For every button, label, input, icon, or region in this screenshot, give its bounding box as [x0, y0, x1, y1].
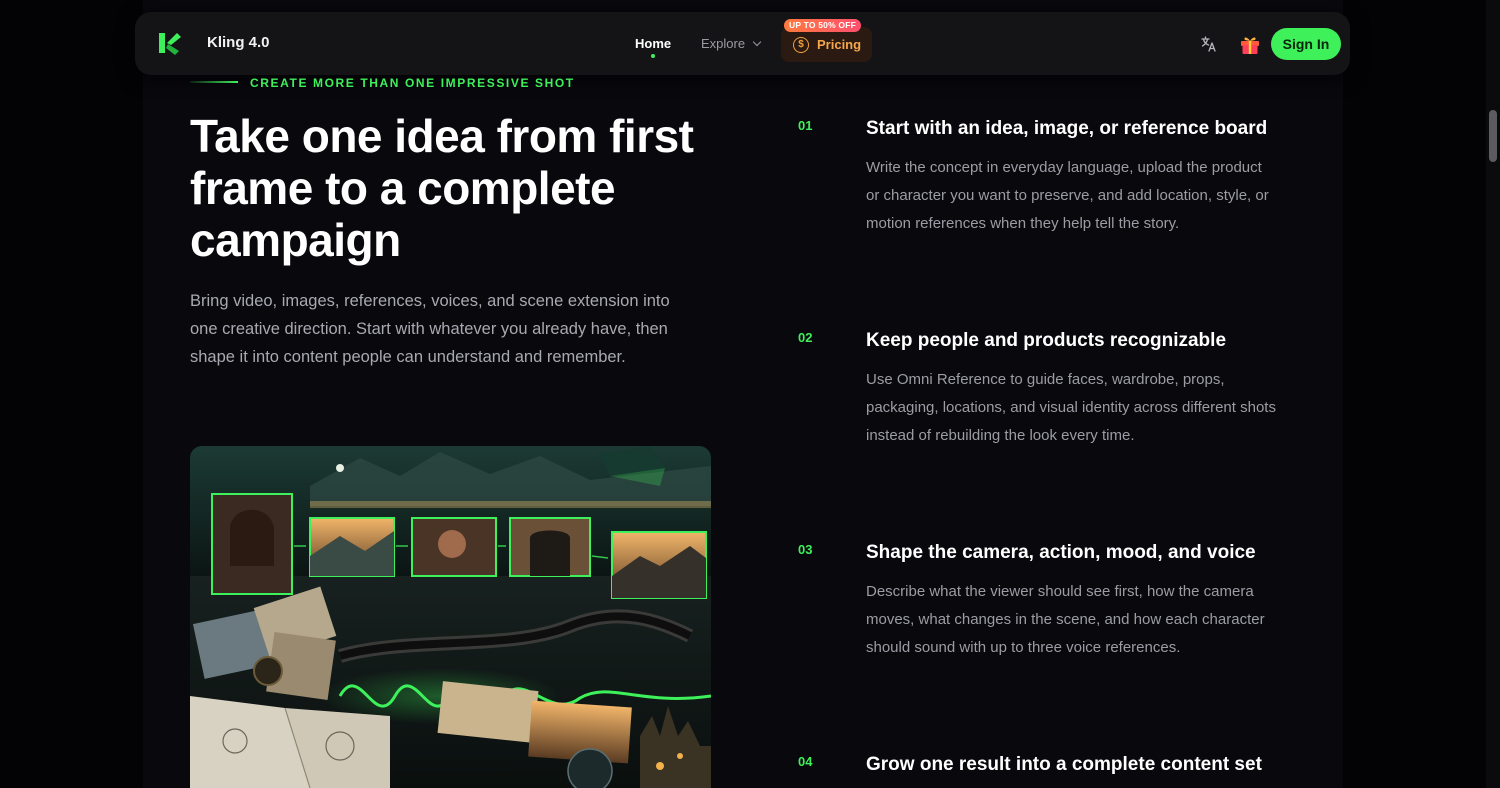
nav-home-link[interactable]: Home: [635, 36, 671, 51]
translate-button[interactable]: [1197, 32, 1221, 56]
step-number: 02: [798, 330, 813, 345]
top-navbar: Kling 4.0 Home Explore $ Pricing UP TO 5…: [135, 12, 1350, 75]
step-body: Describe what the viewer should see firs…: [866, 583, 1265, 656]
kling-logo-icon[interactable]: [155, 29, 183, 57]
translate-icon: [1201, 36, 1216, 52]
step-body: Use Omni Reference to guide faces, wardr…: [866, 371, 1276, 444]
hero-illustration: [190, 446, 711, 788]
step-body: Write the concept in everyday language, …: [866, 159, 1269, 232]
step-number: 01: [798, 118, 813, 133]
step-number: 03: [798, 542, 813, 557]
coin-icon: $: [793, 36, 809, 53]
section-eyebrow: CREATE MORE THAN ONE IMPRESSIVE SHOT: [250, 76, 575, 90]
hero-headline: Take one idea from first frame to a comp…: [190, 110, 694, 266]
scrollbar-thumb[interactable]: [1489, 110, 1497, 162]
chevron-down-icon: [752, 37, 762, 47]
nav-explore-dropdown[interactable]: Explore: [701, 36, 762, 51]
brand-name[interactable]: Kling 4.0: [207, 34, 270, 51]
eyebrow-divider: [190, 81, 238, 83]
active-indicator: [651, 54, 655, 58]
pricing-label: Pricing: [817, 37, 862, 52]
gift-icon[interactable]: [1238, 32, 1262, 56]
nav-explore-label: Explore: [701, 36, 746, 51]
storyboard-scene-illustration: [190, 446, 711, 788]
step-title: Start with an idea, image, or reference …: [866, 118, 1268, 139]
pricing-button[interactable]: $ Pricing: [781, 27, 872, 62]
step-title: Shape the camera, action, mood, and voic…: [866, 542, 1256, 563]
sign-in-button[interactable]: Sign In: [1271, 28, 1341, 60]
promo-badge: UP TO 50% OFF: [784, 19, 861, 32]
hero-intro: Bring video, images, references, voices,…: [190, 292, 670, 366]
step-title: Grow one result into a complete content …: [866, 754, 1262, 775]
step-title: Keep people and products recognizable: [866, 330, 1227, 351]
step-number: 04: [798, 754, 813, 769]
